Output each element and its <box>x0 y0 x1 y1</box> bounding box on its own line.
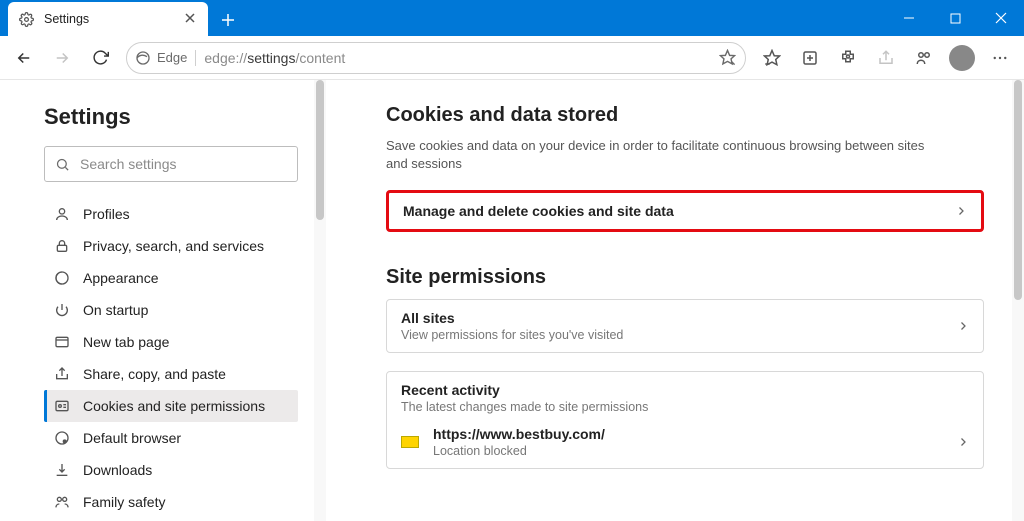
more-menu-button[interactable] <box>982 40 1018 76</box>
new-tab-button[interactable] <box>214 6 242 34</box>
all-sites-title: All sites <box>401 310 623 326</box>
site-identity-label: Edge <box>157 50 187 65</box>
sidebar-item-label: Default browser <box>83 430 181 446</box>
browser-toolbar: Edge edge://settings/content <box>0 36 1024 80</box>
personal-button[interactable] <box>906 40 942 76</box>
chevron-right-icon <box>957 320 969 332</box>
recent-activity-title: Recent activity <box>401 382 969 398</box>
section-description-cookies: Save cookies and data on your device in … <box>386 137 946 172</box>
settings-nav: Profiles Privacy, search, and services A… <box>44 198 298 521</box>
sidebar-item-label: Family safety <box>83 494 165 510</box>
sidebar-item-profiles[interactable]: Profiles <box>44 198 298 230</box>
scrollbar-thumb[interactable] <box>1014 80 1022 300</box>
sidebar-item-label: On startup <box>83 302 148 318</box>
sidebar-item-label: Share, copy, and paste <box>83 366 226 382</box>
gear-icon <box>18 11 34 27</box>
sidebar-item-label: New tab page <box>83 334 169 350</box>
chevron-right-icon <box>955 205 967 217</box>
page-title: Settings <box>44 104 298 130</box>
all-sites-row[interactable]: All sites View permissions for sites you… <box>386 299 984 353</box>
share-icon <box>53 365 71 383</box>
sidebar-item-label: Appearance <box>83 270 159 286</box>
avatar-icon <box>949 45 975 71</box>
cookies-icon <box>53 397 71 415</box>
profile-avatar[interactable] <box>944 40 980 76</box>
window-close-button[interactable] <box>978 0 1024 36</box>
section-heading-permissions: Site permissions <box>386 266 984 289</box>
sidebar-scrollbar[interactable] <box>314 80 326 521</box>
manage-cookies-row[interactable]: Manage and delete cookies and site data <box>386 190 984 232</box>
sidebar-item-cookies[interactable]: Cookies and site permissions <box>44 390 298 422</box>
sidebar-item-label: Privacy, search, and services <box>83 238 264 254</box>
sidebar-item-default-browser[interactable]: Default browser <box>44 422 298 454</box>
forward-button[interactable] <box>44 40 80 76</box>
page-content: Settings Profiles Privacy, search, and s… <box>0 80 1024 521</box>
sidebar-item-family[interactable]: Family safety <box>44 486 298 518</box>
recent-activity-subtitle: The latest changes made to site permissi… <box>401 400 969 414</box>
scrollbar-thumb[interactable] <box>316 80 324 220</box>
url-text: edge://settings/content <box>204 50 345 66</box>
share-button[interactable] <box>868 40 904 76</box>
sidebar-item-label: Downloads <box>83 462 152 478</box>
manage-cookies-label: Manage and delete cookies and site data <box>403 203 674 219</box>
extensions-button[interactable] <box>830 40 866 76</box>
close-icon[interactable] <box>184 12 198 26</box>
tab-title: Settings <box>44 12 174 26</box>
favorites-button[interactable] <box>754 40 790 76</box>
profile-icon <box>53 205 71 223</box>
settings-main: Cookies and data stored Save cookies and… <box>326 80 1012 521</box>
newtab-icon <box>53 333 71 351</box>
site-identity-chip[interactable]: Edge <box>135 50 187 66</box>
search-settings-box[interactable] <box>44 146 298 182</box>
sidebar-item-share[interactable]: Share, copy, and paste <box>44 358 298 390</box>
power-icon <box>53 301 71 319</box>
browser-tab-settings[interactable]: Settings <box>8 2 208 36</box>
refresh-button[interactable] <box>82 40 118 76</box>
site-favicon <box>401 436 419 448</box>
sidebar-item-label: Cookies and site permissions <box>83 398 265 414</box>
family-icon <box>53 493 71 511</box>
sidebar-item-downloads[interactable]: Downloads <box>44 454 298 486</box>
recent-activity-card: Recent activity The latest changes made … <box>386 371 984 469</box>
lock-icon <box>53 237 71 255</box>
collections-button[interactable] <box>792 40 828 76</box>
sidebar-item-startup[interactable]: On startup <box>44 294 298 326</box>
search-settings-input[interactable] <box>80 156 287 172</box>
favorites-star-icon[interactable] <box>719 49 737 67</box>
edge-logo-icon <box>135 50 151 66</box>
main-scrollbar[interactable] <box>1012 80 1024 521</box>
browser-icon <box>53 429 71 447</box>
download-icon <box>53 461 71 479</box>
title-bar: Settings <box>0 0 1024 36</box>
all-sites-subtitle: View permissions for sites you've visite… <box>401 328 623 342</box>
recent-site-row[interactable]: https://www.bestbuy.com/ Location blocke… <box>387 420 983 468</box>
search-icon <box>55 157 70 172</box>
minimize-button[interactable] <box>886 0 932 36</box>
window-controls <box>886 0 1024 36</box>
sidebar-item-appearance[interactable]: Appearance <box>44 262 298 294</box>
settings-sidebar: Settings Profiles Privacy, search, and s… <box>0 80 314 521</box>
chevron-right-icon <box>957 436 969 448</box>
sidebar-item-privacy[interactable]: Privacy, search, and services <box>44 230 298 262</box>
section-heading-cookies: Cookies and data stored <box>386 104 984 127</box>
maximize-button[interactable] <box>932 0 978 36</box>
recent-site-status: Location blocked <box>433 444 605 458</box>
sidebar-item-label: Profiles <box>83 206 130 222</box>
sidebar-item-newtab[interactable]: New tab page <box>44 326 298 358</box>
recent-site-url: https://www.bestbuy.com/ <box>433 426 605 442</box>
divider <box>195 50 196 66</box>
appearance-icon <box>53 269 71 287</box>
address-bar[interactable]: Edge edge://settings/content <box>126 42 746 74</box>
tab-strip: Settings <box>0 0 242 36</box>
back-button[interactable] <box>6 40 42 76</box>
